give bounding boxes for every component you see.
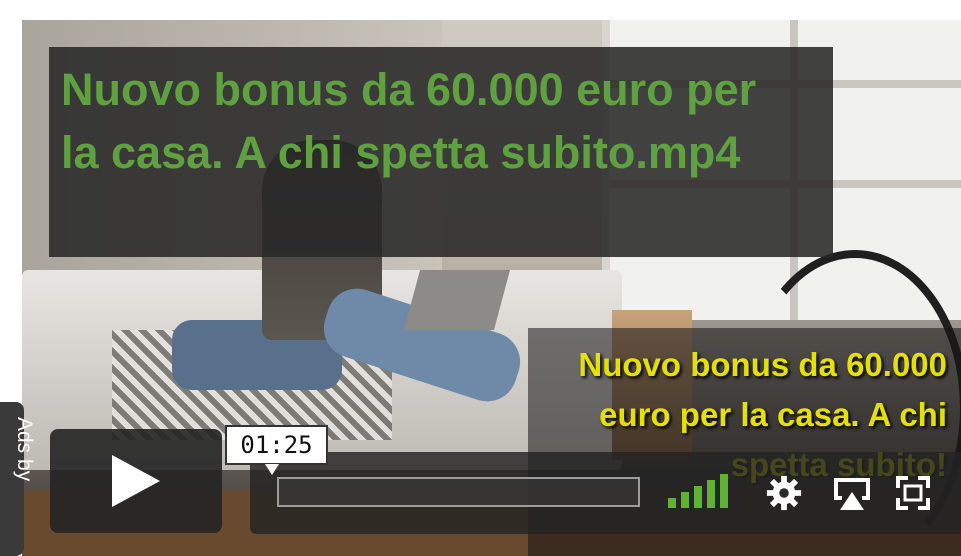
ads-by-label: Ads by — [13, 417, 36, 482]
progress-bar[interactable] — [277, 477, 640, 507]
time-tooltip: 01:25 — [225, 425, 328, 475]
play-button[interactable] — [50, 429, 222, 533]
gear-icon[interactable] — [764, 474, 804, 512]
video-title: Nuovo bonus da 60.000 euro per la casa. … — [61, 64, 757, 178]
play-icon — [112, 455, 160, 507]
volume-icon[interactable] — [668, 474, 732, 512]
fullscreen-icon[interactable] — [896, 474, 930, 512]
airplay-icon[interactable] — [830, 474, 874, 512]
video-scene-laptop — [403, 270, 511, 330]
